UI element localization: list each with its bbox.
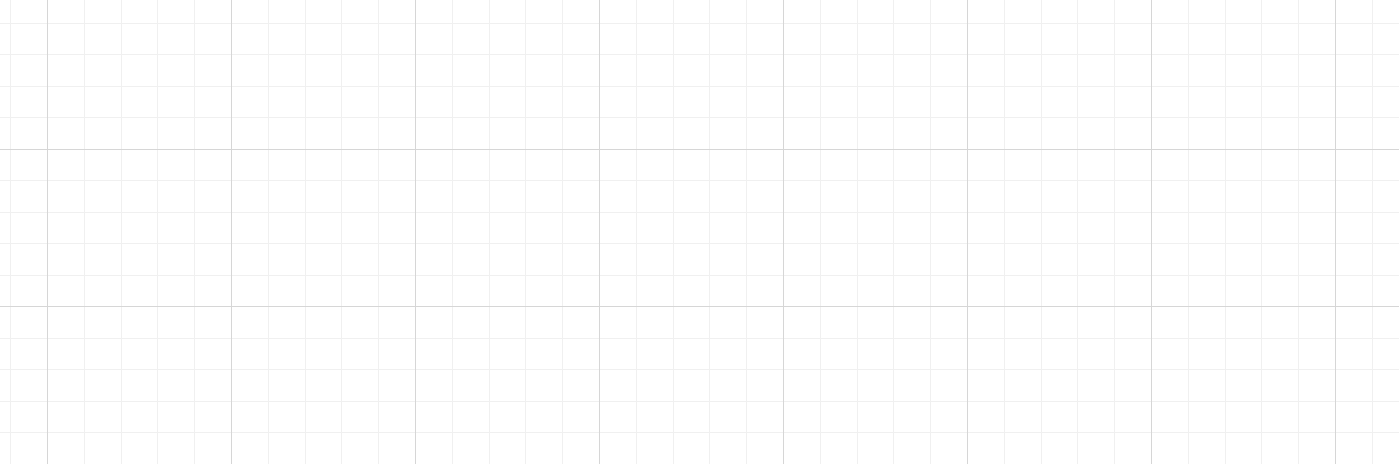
minor-grid-lines	[0, 0, 1399, 464]
grid-background	[0, 0, 1399, 464]
drawing-canvas[interactable]	[0, 0, 1399, 464]
major-grid-lines	[0, 0, 1399, 464]
